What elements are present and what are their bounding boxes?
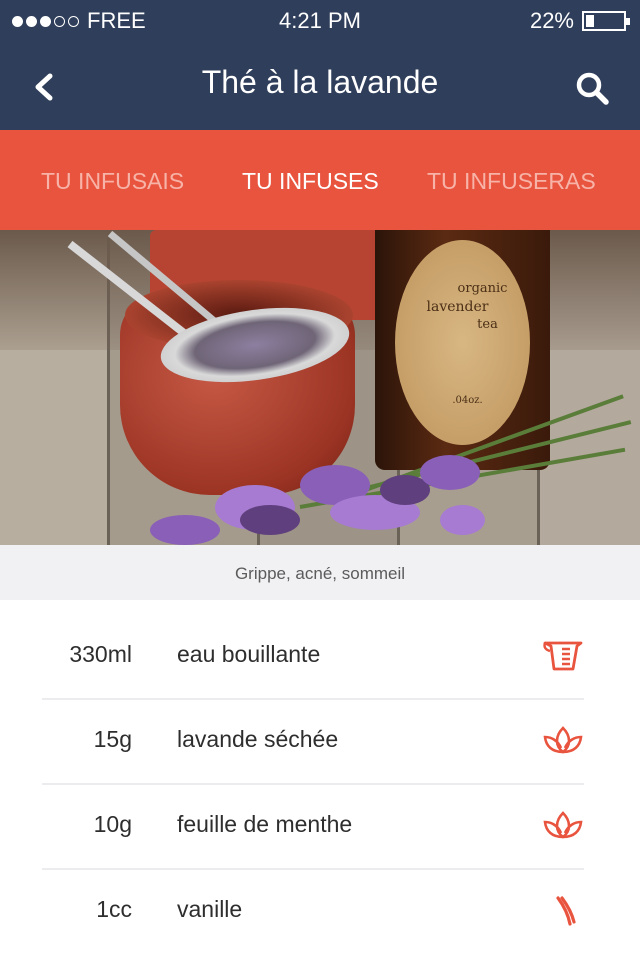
jar-label-line: .04oz.: [452, 395, 483, 406]
jar-label-text: organic lavender tea .04oz.: [395, 280, 530, 410]
measuring-cup-icon: [543, 641, 583, 671]
ingredient-row[interactable]: 15g lavande séchée: [42, 700, 584, 785]
battery-percent: 22%: [529, 8, 574, 33]
ingredient-row[interactable]: 10g feuille de menthe: [42, 785, 584, 870]
battery-icon: [582, 11, 630, 31]
tab-tu-infuses[interactable]: TU INFUSES: [242, 168, 379, 195]
ingredient-quantity: 10g: [93, 811, 132, 837]
status-bar: FREE 4:21 PM 22%: [0, 0, 640, 40]
tab-tu-infusais[interactable]: TU INFUSAIS: [41, 168, 184, 195]
ingredient-name: eau bouillante: [177, 641, 321, 667]
jar-label-line: organic: [457, 281, 508, 296]
ingredient-name: feuille de menthe: [177, 811, 353, 837]
lotus-icon: [543, 726, 583, 754]
tab-bar: TU INFUSAIS TU INFUSES TU INFUSERAS: [0, 130, 640, 230]
ingredient-quantity: 15g: [93, 726, 132, 752]
navigation-bar: Thé à la lavande: [0, 40, 640, 130]
tab-tu-infuseras[interactable]: TU INFUSERAS: [427, 168, 596, 195]
jar-label-line: lavender: [426, 299, 489, 315]
search-icon[interactable]: [574, 70, 610, 106]
battery-fill: [586, 15, 594, 27]
status-right: 22%: [529, 8, 630, 34]
lavender-flowers: [440, 505, 485, 535]
ingredient-row[interactable]: 1cc vanille: [42, 870, 584, 955]
hero-image: organic lavender tea .04oz.: [0, 230, 640, 545]
ingredient-name: vanille: [177, 896, 243, 922]
ingredient-quantity: 1cc: [96, 896, 132, 922]
ingredient-row[interactable]: 330ml eau bouillante: [42, 615, 584, 700]
top-bar: FREE 4:21 PM 22% Thé à la lavande: [0, 0, 640, 130]
page-title: Thé à la lavande: [201, 64, 439, 100]
ingredient-list: 330ml eau bouillante 15g lavande séchée …: [42, 615, 584, 955]
lavender-flowers: [240, 505, 300, 535]
benefits-caption: Grippe, acné, sommeil: [0, 545, 640, 600]
lavender-flowers: [150, 515, 220, 545]
vanilla-pod-icon: [556, 896, 576, 926]
ingredient-name: lavande séchée: [177, 726, 339, 752]
lavender-flowers: [420, 455, 480, 490]
lotus-icon: [543, 811, 583, 839]
jar-label-line: tea: [477, 317, 498, 332]
ingredient-quantity: 330ml: [69, 641, 132, 667]
